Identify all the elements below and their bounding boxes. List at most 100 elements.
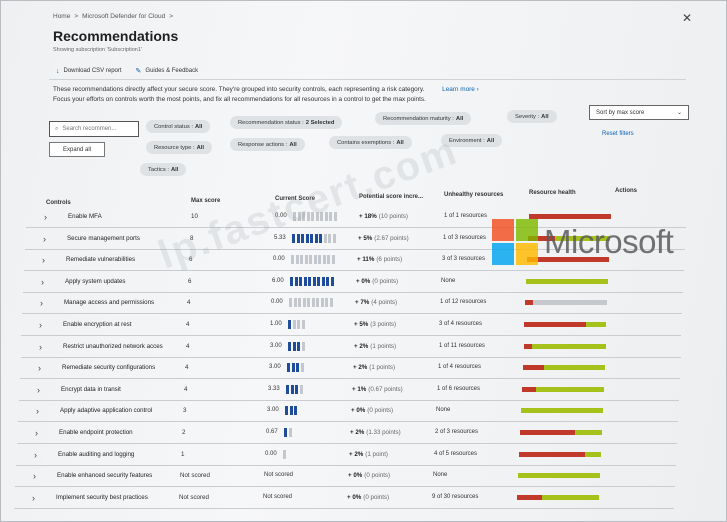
control-name[interactable]: Secure management ports — [67, 235, 140, 242]
potential-points: (3 points) — [370, 321, 397, 328]
filter-tactics[interactable]: Tactics : All — [140, 163, 187, 176]
expand-chevron-icon[interactable]: › — [43, 234, 46, 244]
unhealthy-resources[interactable]: None — [441, 278, 455, 284]
score-segment — [313, 255, 317, 265]
expand-chevron-icon[interactable]: › — [37, 385, 40, 395]
filter-value: All — [170, 166, 179, 173]
table-row[interactable]: › Enable endpoint protection 2 0.67 + 2% (1.3… — [17, 423, 677, 444]
breadcrumb-defender[interactable]: Microsoft Defender for Cloud — [82, 13, 165, 20]
control-name[interactable]: Implement security best practices — [56, 494, 148, 501]
control-name[interactable]: Enable encryption at rest — [63, 321, 131, 328]
filter-recommendation-status[interactable]: Recommendation status :2 Selected — [230, 116, 343, 129]
header-max-score[interactable]: Max score — [191, 198, 220, 204]
table-row[interactable]: › Implement security best practices Not sc… — [14, 488, 674, 509]
control-name[interactable]: Enable enhanced security features — [57, 472, 152, 479]
filter-resource-type[interactable]: Resource type : All — [146, 141, 213, 154]
table-row[interactable]: › Encrypt data in transit 4 3.33 + 1% (0.67 p… — [19, 380, 679, 401]
potential-increase: + 0% (0 points) — [348, 472, 390, 479]
microsoft-logo: Microsoft — [492, 219, 674, 265]
score-segment — [291, 255, 294, 265]
sort-dropdown[interactable]: Sort by max score ⌄ — [589, 105, 689, 120]
guides-feedback-button[interactable]: ✎ Guides & Feedback — [136, 67, 199, 75]
table-row[interactable]: › Enable enhanced security features Not sc… — [15, 466, 675, 488]
max-score: 3 — [183, 407, 187, 415]
expand-chevron-icon[interactable]: › — [41, 277, 44, 287]
expand-chevron-icon[interactable]: › — [39, 342, 42, 352]
table-row[interactable]: › Restrict unauthorized network acces 4 3.0… — [21, 337, 681, 358]
unhealthy-resources[interactable]: 1 of 11 resources — [439, 343, 485, 349]
control-name[interactable]: Apply adaptive application control — [60, 407, 152, 414]
current-score: 0.00 — [265, 450, 277, 457]
score-segment — [329, 298, 333, 308]
expand-chevron-icon[interactable]: › — [38, 363, 41, 373]
filter-response-actions[interactable]: Response actions : All — [230, 138, 305, 151]
control-name[interactable]: Enable endpoint protection — [59, 429, 133, 436]
score-segment — [302, 298, 306, 308]
potential-percent: + 0% — [347, 493, 362, 501]
download-csv-button[interactable]: ↓ Download CSV report — [56, 67, 122, 75]
unhealthy-resources[interactable]: 1 of 1 resources — [444, 213, 487, 219]
unhealthy-resources[interactable]: 1 of 4 resources — [438, 364, 481, 370]
close-icon[interactable]: ✕ — [682, 11, 692, 25]
expand-chevron-icon[interactable]: › — [32, 493, 35, 503]
table-row[interactable]: › Enable encryption at rest 4 1.00 + 5% (3 po… — [21, 315, 681, 336]
unhealthy-resources[interactable]: 1 of 12 resources — [440, 299, 486, 305]
control-name[interactable]: Encrypt data in transit — [61, 386, 121, 393]
unhealthy-resources[interactable]: 1 of 3 resources — [443, 235, 486, 241]
chevron-down-icon: ⌄ — [676, 110, 682, 116]
unhealthy-resources[interactable]: 4 of 5 resources — [434, 451, 477, 457]
breadcrumb: Home > Microsoft Defender for Cloud > — [53, 13, 173, 20]
resource-health-bar — [525, 300, 607, 306]
control-name[interactable]: Restrict unauthorized network acces — [63, 343, 163, 350]
control-name[interactable]: Enable MFA — [68, 213, 102, 220]
unhealthy-resources[interactable]: 2 of 3 resources — [435, 429, 478, 435]
expand-chevron-icon[interactable]: › — [40, 298, 43, 308]
expand-chevron-icon[interactable]: › — [34, 450, 37, 460]
table-row[interactable]: › Manage access and permissions 4 0.00 + 7%(… — [22, 293, 682, 315]
unhealthy-resources[interactable]: None — [433, 472, 447, 478]
health-segment — [519, 451, 585, 457]
header-resource-health[interactable]: Resource health — [529, 190, 576, 196]
unhealthy-resources[interactable]: 9 of 30 resources — [432, 494, 478, 500]
control-name[interactable]: Apply system updates — [65, 278, 126, 285]
score-segment — [294, 406, 297, 416]
table-row[interactable]: › Enable auditing and logging 1 0.00 + 2% (1 … — [16, 445, 676, 466]
expand-all-button[interactable]: Expand all — [49, 142, 105, 157]
resource-health-bar — [524, 343, 606, 349]
score-segment — [311, 298, 315, 308]
table-row[interactable]: › Apply system updates 6 6.00 + 0% (0 points)… — [23, 272, 683, 293]
unhealthy-resources[interactable]: 1 of 6 resources — [437, 386, 480, 392]
health-segment — [526, 278, 608, 284]
expand-chevron-icon[interactable]: › — [36, 406, 39, 416]
control-name[interactable]: Remediate vulnerabilities — [66, 256, 135, 263]
potential-percent: + 5% — [358, 234, 373, 242]
filter-severity[interactable]: Severity : All — [507, 110, 557, 123]
potential-points: (0 points) — [372, 277, 399, 285]
expand-chevron-icon[interactable]: › — [39, 320, 42, 330]
potential-increase: + 0% (0 points) — [347, 494, 389, 501]
header-controls[interactable]: Controls — [46, 200, 71, 206]
sort-value: Sort by max score — [596, 109, 645, 116]
unhealthy-resources[interactable]: 3 of 3 resources — [442, 256, 485, 262]
expand-chevron-icon[interactable]: › — [35, 428, 38, 438]
table-row[interactable]: › Apply adaptive application control 3 3.00… — [18, 401, 678, 423]
filter-control-status[interactable]: Control status : All — [146, 120, 211, 133]
control-name[interactable]: Remediate security configurations — [62, 364, 155, 371]
potential-percent: + 0% — [348, 472, 363, 480]
expand-chevron-icon[interactable]: › — [44, 212, 47, 222]
control-name[interactable]: Manage access and permissions — [64, 299, 154, 306]
filter-recommendation-maturity[interactable]: Recommendation maturity : All — [375, 112, 472, 125]
expand-chevron-icon[interactable]: › — [42, 255, 45, 265]
search-input[interactable]: ⌕ Search recommen... — [49, 121, 139, 137]
header-unhealthy-resources[interactable]: Unhealthy resources — [444, 192, 503, 198]
expand-chevron-icon[interactable]: › — [33, 471, 36, 481]
health-segment — [517, 494, 542, 500]
unhealthy-resources[interactable]: 3 of 4 resources — [439, 321, 482, 327]
learn-more-link[interactable]: Learn more › — [442, 86, 479, 93]
control-name[interactable]: Enable auditing and logging — [58, 451, 134, 458]
breadcrumb-home[interactable]: Home — [53, 13, 70, 20]
unhealthy-resources[interactable]: None — [436, 407, 450, 413]
reset-filters-link[interactable]: Reset filters — [602, 131, 634, 137]
score-segment — [318, 255, 321, 265]
table-row[interactable]: › Remediate security configurations 4 3.00 +… — [20, 358, 680, 380]
